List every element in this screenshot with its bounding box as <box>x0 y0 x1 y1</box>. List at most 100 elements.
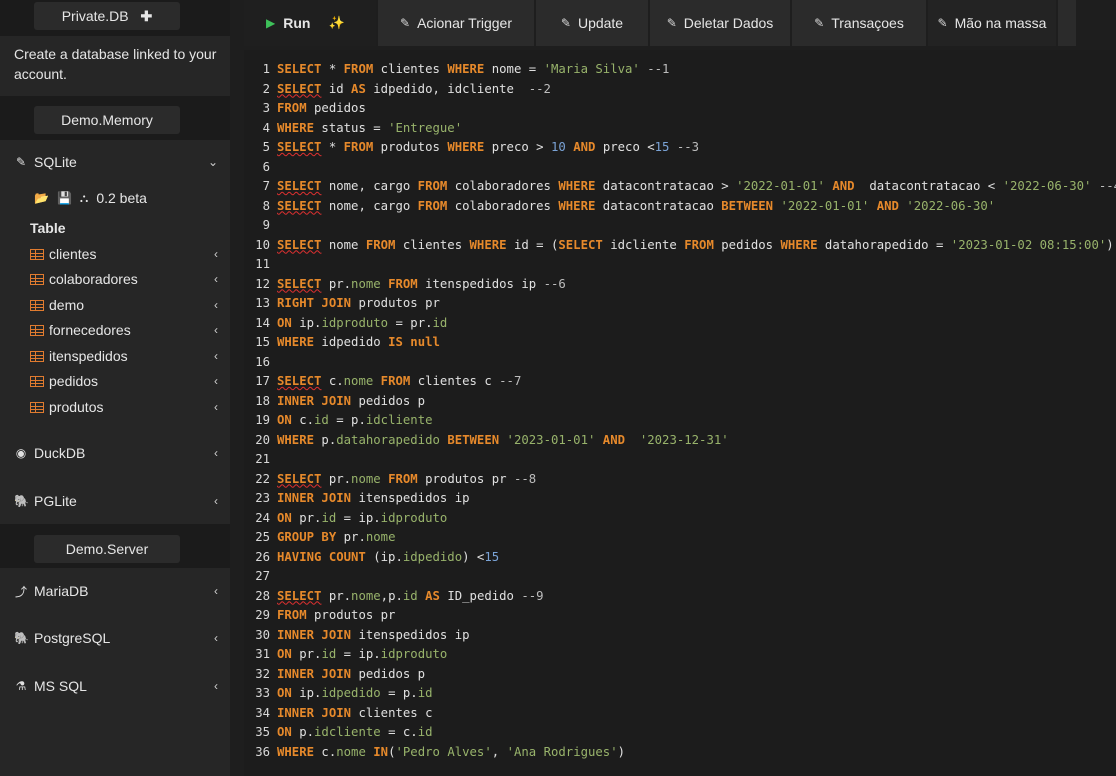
code-line[interactable]: 1 SELECT * FROM clientes WHERE nome = 'Ma… <box>252 60 1116 80</box>
code-token: 'Maria Silva' <box>543 62 640 76</box>
table-item-colaboradores[interactable]: colaboradores ‹ <box>30 269 218 289</box>
postgresql-item[interactable]: 🐘 PostgreSQL ‹ <box>14 627 218 649</box>
table-item-pedidos[interactable]: pedidos ‹ <box>30 371 218 391</box>
folder-open-icon[interactable]: 📂 <box>34 191 49 205</box>
code-line[interactable]: 31 ON pr.id = ip.idproduto <box>252 645 1116 665</box>
code-line[interactable]: 34 INNER JOIN clientes c <box>252 704 1116 724</box>
code-line[interactable]: 10 SELECT nome FROM clientes WHERE id = (… <box>252 236 1116 256</box>
mssql-item[interactable]: ⚗ MS SQL ‹ <box>14 675 218 697</box>
tab-mao-na-massa[interactable]: ✎ Mão na massa <box>928 0 1058 46</box>
code-line[interactable]: 20 WHERE p.datahorapedido BETWEEN '2023-0… <box>252 431 1116 451</box>
code-line[interactable]: 14 ON ip.idproduto = pr.id <box>252 314 1116 334</box>
line-number: 2 <box>262 81 270 96</box>
code-line[interactable]: 18 INNER JOIN pedidos p <box>252 392 1116 412</box>
chevron-left-icon[interactable]: ‹ <box>214 374 218 388</box>
tab-overflow[interactable] <box>1058 0 1076 46</box>
code-token: INNER JOIN <box>277 393 352 408</box>
chevron-left-icon[interactable]: ‹ <box>214 272 218 286</box>
chevron-down-icon[interactable]: ⌄ <box>208 155 218 169</box>
code-line[interactable]: 15 WHERE idpedido IS null <box>252 333 1116 353</box>
plus-icon[interactable]: ✚ <box>141 8 153 24</box>
sql-editor[interactable]: 1 SELECT * FROM clientes WHERE nome = 'Ma… <box>244 50 1116 776</box>
table-item-produtos[interactable]: produtos ‹ <box>30 397 218 417</box>
toolbar-tabs: ▶ Run ✨ ✎ Acionar Trigger ✎ Update ✎ Del… <box>244 0 1116 46</box>
tab-acionar-trigger[interactable]: ✎ Acionar Trigger <box>378 0 536 46</box>
chevron-left-icon[interactable]: ‹ <box>214 400 218 414</box>
save-icon[interactable]: 💾 <box>57 191 72 205</box>
demo-memory-button[interactable]: Demo.Memory <box>34 106 180 134</box>
tab-deletar-dados[interactable]: ✎ Deletar Dados <box>650 0 792 46</box>
private-db-button[interactable]: Private.DB ✚ <box>34 2 180 30</box>
chevron-left-icon[interactable]: ‹ <box>214 349 218 363</box>
line-number: 32 <box>255 666 270 681</box>
elephant-icon: 🐘 <box>14 494 29 508</box>
code-line[interactable]: 16 <box>252 353 1116 373</box>
code-line[interactable]: 36 WHERE c.nome IN('Pedro Alves', 'Ana Ro… <box>252 743 1116 763</box>
mariadb-item[interactable]: ⤴ MariaDB ‹ <box>14 580 218 602</box>
table-item-clientes[interactable]: clientes ‹ <box>30 244 218 264</box>
code-line[interactable]: 13 RIGHT JOIN produtos pr <box>252 294 1116 314</box>
magic-wand-icon[interactable]: ✨ <box>328 15 344 31</box>
code-token: idpedido <box>321 686 381 700</box>
code-area[interactable]: 1 SELECT * FROM clientes WHERE nome = 'Ma… <box>252 60 1116 762</box>
code-line[interactable]: 3 FROM pedidos <box>252 99 1116 119</box>
chevron-left-icon[interactable]: ‹ <box>214 446 218 460</box>
chevron-left-icon[interactable]: ‹ <box>214 494 218 508</box>
code-line[interactable]: 35 ON p.idcliente = c.id <box>252 723 1116 743</box>
code-line[interactable]: 29 FROM produtos pr <box>252 606 1116 626</box>
code-token: '2023-01-02 08:15:00' <box>950 237 1107 252</box>
code-line[interactable]: 28 SELECT pr.nome,p.id AS ID_pedido --9 <box>252 587 1116 607</box>
code-line[interactable]: 2 SELECT id AS idpedido, idcliente --2 <box>252 80 1116 100</box>
code-line[interactable]: 22 SELECT pr.nome FROM produtos pr --8 <box>252 470 1116 490</box>
code-token: nome, cargo <box>321 179 418 193</box>
code-line[interactable]: 9 <box>252 216 1116 236</box>
code-line[interactable]: 30 INNER JOIN itenspedidos ip <box>252 626 1116 646</box>
table-item-itenspedidos[interactable]: itenspedidos ‹ <box>30 346 218 366</box>
code-line[interactable]: 23 INNER JOIN itenspedidos ip <box>252 489 1116 509</box>
code-line[interactable]: 19 ON c.id = p.idcliente <box>252 411 1116 431</box>
code-line[interactable]: 21 <box>252 450 1116 470</box>
code-line[interactable]: 25 GROUP BY pr.nome <box>252 528 1116 548</box>
code-line[interactable]: 5 SELECT * FROM produtos WHERE preco > 10… <box>252 138 1116 158</box>
sqlite-version: 0.2 beta <box>96 190 147 206</box>
code-token: itenspedidos ip <box>351 491 470 505</box>
line-number: 31 <box>255 647 270 661</box>
code-line[interactable]: 4 WHERE status = 'Entregue' <box>252 119 1116 139</box>
code-line[interactable]: 24 ON pr.id = ip.idproduto <box>252 509 1116 529</box>
code-line[interactable]: 6 <box>252 158 1116 178</box>
chevron-left-icon[interactable]: ‹ <box>214 631 218 645</box>
code-line[interactable]: 7 SELECT nome, cargo FROM colaboradores W… <box>252 177 1116 197</box>
chevron-left-icon[interactable]: ‹ <box>214 323 218 337</box>
table-item-fornecedores[interactable]: fornecedores ‹ <box>30 320 218 340</box>
mssql-label: MS SQL <box>34 678 87 694</box>
code-line[interactable]: 27 <box>252 567 1116 587</box>
tab-update[interactable]: ✎ Update <box>536 0 650 46</box>
table-name: clientes <box>49 246 97 262</box>
sitemap-icon[interactable]: ⛬ <box>80 191 88 206</box>
code-line[interactable]: 11 <box>252 255 1116 275</box>
chevron-left-icon[interactable]: ‹ <box>214 584 218 598</box>
chevron-left-icon[interactable]: ‹ <box>214 247 218 261</box>
code-token: pr. <box>321 588 352 603</box>
code-token: SELECT <box>277 276 322 291</box>
code-line[interactable]: 8 SELECT nome, cargo FROM colaboradores W… <box>252 197 1116 217</box>
code-line[interactable]: 17 SELECT c.nome FROM clientes c --7 <box>252 372 1116 392</box>
demo-server-button[interactable]: Demo.Server <box>34 535 180 563</box>
sqlite-item[interactable]: ✎ SQLite ⌄ <box>14 151 218 173</box>
pglite-item[interactable]: 🐘 PGLite ‹ <box>14 490 218 512</box>
code-token: id <box>314 413 329 427</box>
line-number: 36 <box>255 744 270 759</box>
code-line[interactable]: 32 INNER JOIN pedidos p <box>252 665 1116 685</box>
table-name: produtos <box>49 399 104 415</box>
tab-transacoes[interactable]: ✎ Transaçoes <box>792 0 928 46</box>
code-line[interactable]: 33 ON ip.idpedido = p.id <box>252 684 1116 704</box>
chevron-left-icon[interactable]: ‹ <box>214 298 218 312</box>
code-line[interactable]: 12 SELECT pr.nome FROM itenspedidos ip --… <box>252 275 1116 295</box>
duckdb-item[interactable]: ◉ DuckDB ‹ <box>14 442 218 464</box>
chevron-left-icon[interactable]: ‹ <box>214 679 218 693</box>
code-line[interactable]: 26 HAVING COUNT (ip.idpedido) <15 <box>252 548 1116 568</box>
table-item-demo[interactable]: demo ‹ <box>30 295 218 315</box>
run-button[interactable]: ▶ Run ✨ <box>244 0 378 46</box>
